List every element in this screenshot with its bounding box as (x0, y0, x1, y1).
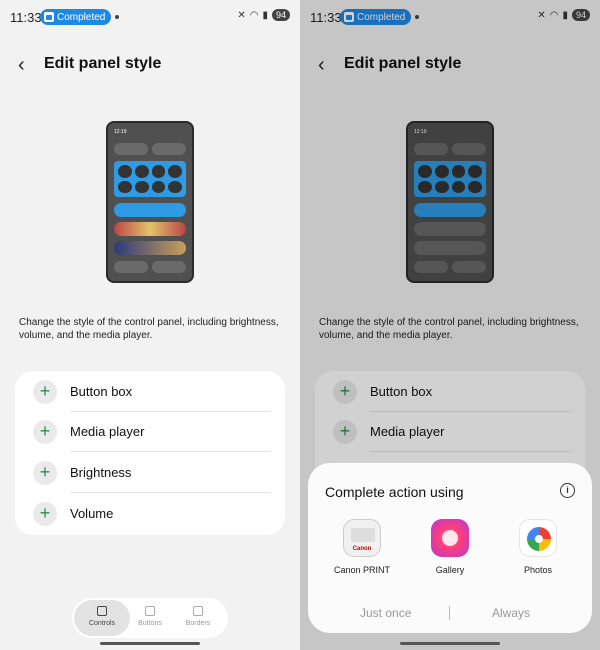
status-icons: ✕ ◠ ▮ 94 (237, 9, 290, 21)
option-label: Brightness (70, 465, 132, 480)
preview-media (114, 241, 186, 255)
gesture-bar (400, 642, 500, 645)
option-label: Volume (70, 506, 114, 521)
preview-button-box (114, 161, 186, 197)
button-divider (449, 606, 450, 620)
photos-icon (519, 519, 557, 557)
option-brightness[interactable]: + Brightness (15, 453, 285, 493)
preview-bottom-row (114, 261, 186, 273)
status-bar: 11:33 Completed ✕ ◠ ▮ 94 (0, 0, 300, 34)
wifi-icon: ◠ (249, 9, 259, 21)
plus-icon: + (33, 502, 57, 526)
panel-preview: 12:19 (106, 121, 194, 283)
option-button-box[interactable]: + Button box (15, 372, 285, 412)
divider (70, 492, 271, 493)
completed-pill[interactable]: Completed (40, 9, 112, 25)
options-card: + Button box + Media player + Brightness… (15, 371, 285, 535)
app-gallery[interactable]: Gallery (410, 519, 490, 579)
app-canon-print[interactable]: Canon PRINT (322, 519, 402, 579)
notification-dot (115, 15, 119, 19)
controls-icon (97, 606, 107, 616)
always-button[interactable]: Always (492, 606, 530, 620)
borders-icon (193, 606, 203, 616)
status-time: 11:33 (10, 10, 42, 25)
option-label: Button box (70, 384, 133, 399)
canon-print-icon (343, 519, 381, 557)
signal-icon: ▮ (262, 9, 268, 21)
battery-badge: 94 (271, 9, 290, 21)
app-label: Photos (523, 565, 553, 575)
plus-icon: + (33, 380, 57, 404)
just-once-button[interactable]: Just once (360, 606, 411, 620)
divider (70, 451, 271, 452)
gesture-bar (100, 642, 200, 645)
mute-icon: ✕ (237, 9, 246, 21)
buttons-icon (145, 606, 155, 616)
option-media-player[interactable]: + Media player (15, 412, 285, 452)
complete-action-dialog: Complete action using i Canon PRINT Gall… (308, 463, 592, 633)
back-icon[interactable]: ‹ (18, 54, 25, 77)
description: Change the style of the control panel, i… (19, 317, 279, 341)
tab-borders[interactable]: Borders (170, 600, 226, 636)
preview-volume (114, 222, 186, 236)
bottom-tabs: Controls Buttons Borders (72, 598, 228, 638)
preview-brightness (114, 203, 186, 217)
plus-icon: + (33, 420, 57, 444)
page-title: Edit panel style (44, 55, 162, 72)
plus-icon: + (33, 461, 57, 485)
app-label: Canon PRINT (333, 565, 391, 575)
app-photos[interactable]: Photos (498, 519, 578, 579)
option-volume[interactable]: + Volume (15, 494, 285, 534)
app-label: Gallery (435, 565, 465, 575)
preview-clock: 12:19 (114, 129, 127, 135)
right-screen: 11:33 Completed ✕ ◠ ▮ 94 ‹ Edit panel st… (300, 0, 600, 650)
page-header: ‹ Edit panel style (0, 50, 300, 80)
download-icon (44, 12, 54, 22)
left-screen: 11:33 Completed ✕ ◠ ▮ 94 ‹ Edit panel st… (0, 0, 300, 650)
preview-top-row (114, 143, 186, 155)
dialog-title: Complete action using (325, 484, 464, 500)
gallery-icon (431, 519, 469, 557)
info-icon[interactable]: i (560, 483, 575, 498)
option-label: Media player (70, 424, 145, 439)
